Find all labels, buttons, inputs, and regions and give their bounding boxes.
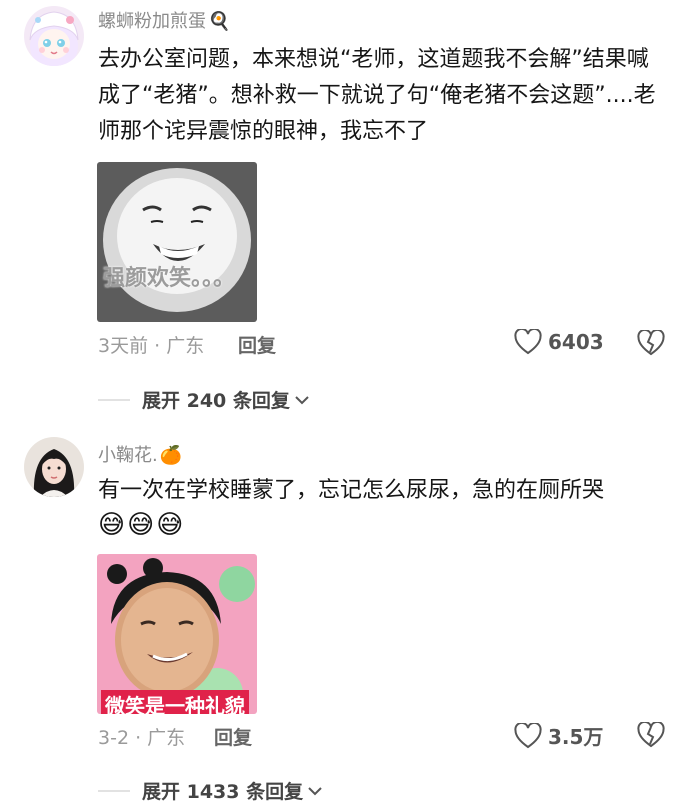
- comment-text: 有一次在学校睡蒙了，忘记怎么尿尿，急的在厕所哭: [98, 478, 605, 503]
- like-button[interactable]: 6403: [514, 329, 604, 355]
- expand-replies-label[interactable]: 展开 1433 条回复: [142, 777, 303, 804]
- avatar[interactable]: [24, 6, 84, 66]
- sticker-caption: 强颜欢笑。。。: [103, 266, 236, 291]
- comment-meta: 3天前 · 广东: [98, 335, 205, 357]
- meme-face-image: [97, 162, 257, 322]
- heart-icon[interactable]: [514, 329, 542, 355]
- fried-egg-icon: 🍳: [208, 11, 231, 32]
- reply-button[interactable]: 回复: [214, 723, 252, 750]
- reply-button[interactable]: 回复: [238, 331, 276, 358]
- divider-line: [98, 789, 130, 792]
- like-count: 3.5万: [548, 725, 604, 749]
- comment-text: 去办公室问题，本来想说“老师，这道题我不会解”结果喊成了“老猪”。想补救一下就说…: [98, 47, 656, 144]
- orange-icon: 🍊: [159, 445, 183, 466]
- emoji-row: 😅😅😅: [98, 510, 186, 540]
- comment-meta: 3-2 · 广东: [98, 727, 186, 749]
- username-text[interactable]: 小鞠花.: [98, 445, 158, 466]
- chevron-down-icon[interactable]: [294, 394, 310, 406]
- like-count: 6403: [548, 330, 604, 354]
- username-text[interactable]: 螺蛳粉加煎蛋: [98, 11, 206, 32]
- username[interactable]: 小鞠花. 🍊: [98, 441, 182, 467]
- heart-icon[interactable]: [514, 722, 542, 749]
- avatar-image-anime: [24, 6, 84, 66]
- expand-replies-button[interactable]: 展开 1433 条回复: [98, 777, 323, 804]
- expand-replies-label[interactable]: 展开 240 条回复: [142, 386, 290, 413]
- broken-heart-icon[interactable]: [637, 722, 665, 748]
- username[interactable]: 螺蛳粉加煎蛋 🍳: [98, 7, 230, 33]
- like-button[interactable]: 3.5万: [514, 721, 603, 750]
- chevron-down-icon[interactable]: [307, 785, 323, 797]
- broken-heart-icon[interactable]: [637, 330, 665, 356]
- divider-line: [98, 398, 130, 401]
- sticker-image[interactable]: 强颜欢笑。。。: [97, 162, 257, 322]
- sticker-image[interactable]: 微笑是一种礼貌: [97, 554, 257, 714]
- sticker-caption: 微笑是一种礼貌: [101, 690, 249, 714]
- avatar[interactable]: [24, 437, 84, 497]
- expand-replies-button[interactable]: 展开 240 条回复: [98, 386, 310, 413]
- avatar-image-portrait: [24, 437, 84, 497]
